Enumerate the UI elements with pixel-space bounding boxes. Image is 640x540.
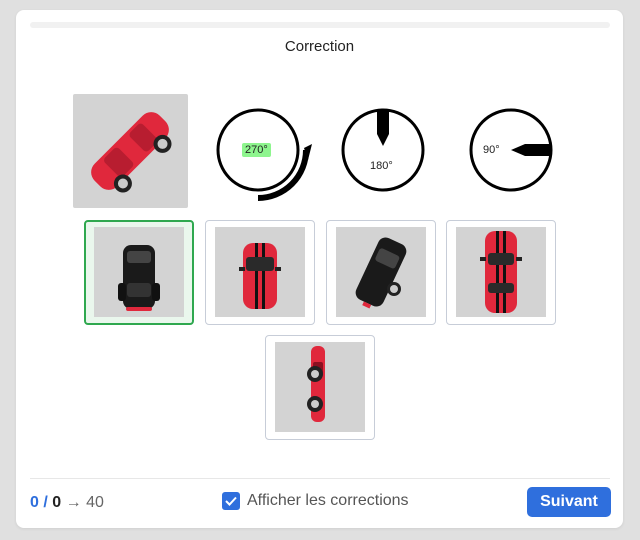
red-car-icon: [239, 243, 281, 309]
rotation-dial-90[interactable]: 90°: [469, 108, 553, 192]
score-target: 40: [86, 494, 104, 511]
checkbox-checked-icon[interactable]: [222, 492, 240, 510]
answer-option-2[interactable]: [205, 220, 315, 325]
show-corrections-label: Afficher les corrections: [247, 492, 409, 509]
card-title: Correction: [284, 38, 355, 55]
arrow-icon: →: [65, 494, 82, 511]
rotation-dial-180[interactable]: 180°: [341, 108, 425, 192]
option-5-car-image: [275, 342, 365, 432]
answer-option-3[interactable]: [326, 220, 436, 325]
rotated-black-car-icon: [355, 237, 407, 309]
score-display: 0 / 0 → 40: [30, 494, 104, 512]
option-2-car-image: [215, 227, 305, 317]
option-3-car-image: [336, 227, 426, 317]
show-corrections-toggle[interactable]: Afficher les corrections: [222, 492, 409, 510]
red-car-side-icon: [307, 346, 325, 422]
footer-divider: [30, 478, 610, 479]
prompt-car-image: [73, 94, 188, 208]
option-4-car-image: [456, 227, 546, 317]
exercise-card: Correction 270° 180° 90° 0 / 0 → 40 Affi…: [16, 10, 623, 528]
score-total: 0: [52, 494, 62, 511]
dial-180-label: 180°: [370, 160, 393, 172]
answer-option-1[interactable]: [84, 220, 194, 325]
option-1-car-image: [94, 227, 184, 317]
striped-red-car-icon: [480, 231, 522, 313]
next-button[interactable]: Suivant: [527, 487, 611, 517]
rotation-dial-270[interactable]: 270°: [216, 108, 312, 201]
score-separator: /: [38, 494, 53, 511]
answer-option-5[interactable]: [265, 335, 375, 440]
dial-270-label: 270°: [242, 143, 271, 157]
dial-90-label: 90°: [483, 144, 500, 156]
red-car-rotated-icon: [91, 112, 172, 193]
answer-option-4[interactable]: [446, 220, 556, 325]
black-car-icon: [118, 245, 160, 311]
score-current: 0: [30, 494, 39, 511]
progress-bar: [30, 22, 610, 28]
